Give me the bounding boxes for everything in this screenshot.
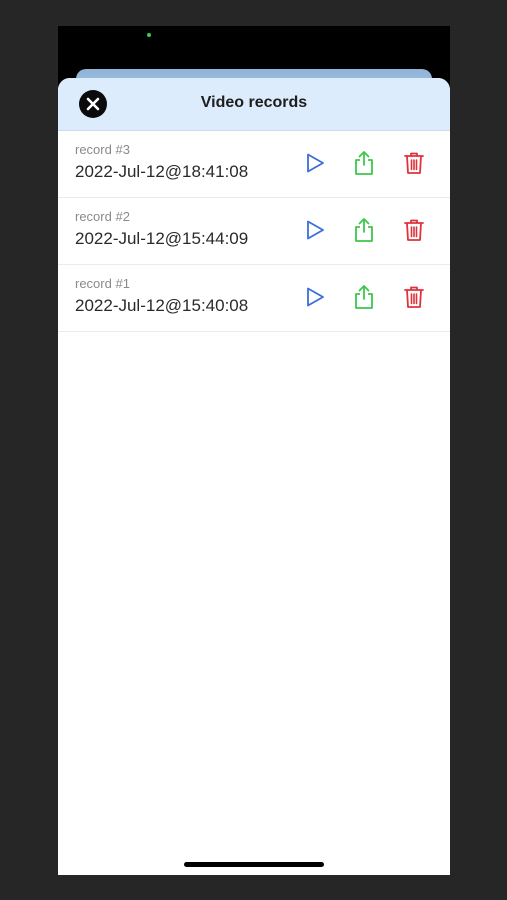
sheet-header: Video records — [58, 78, 450, 131]
share-icon — [355, 151, 373, 175]
play-icon — [307, 220, 324, 240]
record-date: 2022-Jul-12@15:40:08 — [75, 296, 249, 315]
delete-button[interactable] — [398, 214, 430, 246]
delete-button[interactable] — [398, 281, 430, 313]
play-button[interactable] — [299, 281, 331, 313]
record-date: 2022-Jul-12@18:41:08 — [75, 162, 249, 181]
trash-icon — [404, 219, 424, 241]
play-icon — [307, 287, 324, 307]
share-icon — [355, 285, 373, 309]
play-icon — [307, 153, 324, 173]
list-item: record #3 2022-Jul-12@18:41:08 — [58, 131, 450, 198]
record-list: record #3 2022-Jul-12@18:41:08 record #2… — [58, 131, 450, 332]
delete-button[interactable] — [398, 147, 430, 179]
trash-icon — [404, 286, 424, 308]
play-button[interactable] — [299, 147, 331, 179]
sheet-title: Video records — [200, 94, 308, 111]
record-name: record #3 — [75, 142, 130, 157]
play-button[interactable] — [299, 214, 331, 246]
share-icon — [355, 218, 373, 242]
record-name: record #1 — [75, 276, 130, 291]
video-records-sheet: Video records record #3 2022-Jul-12@18:4… — [58, 78, 450, 875]
phone-screen: Video records record #3 2022-Jul-12@18:4… — [58, 26, 450, 875]
share-button[interactable] — [348, 281, 380, 313]
share-button[interactable] — [348, 147, 380, 179]
record-name: record #2 — [75, 209, 130, 224]
home-indicator[interactable] — [184, 862, 324, 867]
trash-icon — [404, 152, 424, 174]
share-button[interactable] — [348, 214, 380, 246]
record-date: 2022-Jul-12@15:44:09 — [75, 229, 249, 248]
camera-indicator — [147, 33, 151, 37]
list-item: record #2 2022-Jul-12@15:44:09 — [58, 198, 450, 265]
list-item: record #1 2022-Jul-12@15:40:08 — [58, 265, 450, 332]
